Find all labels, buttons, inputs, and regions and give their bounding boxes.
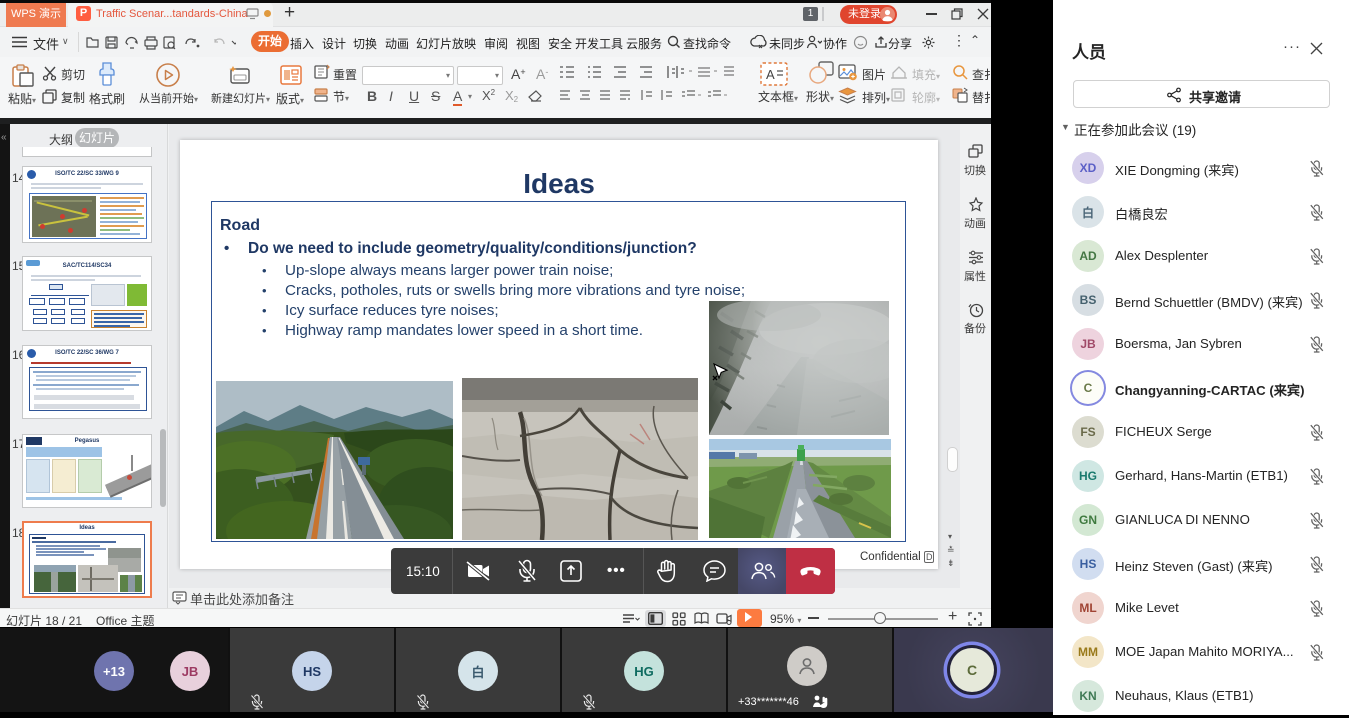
svg-text:A: A	[766, 67, 775, 82]
